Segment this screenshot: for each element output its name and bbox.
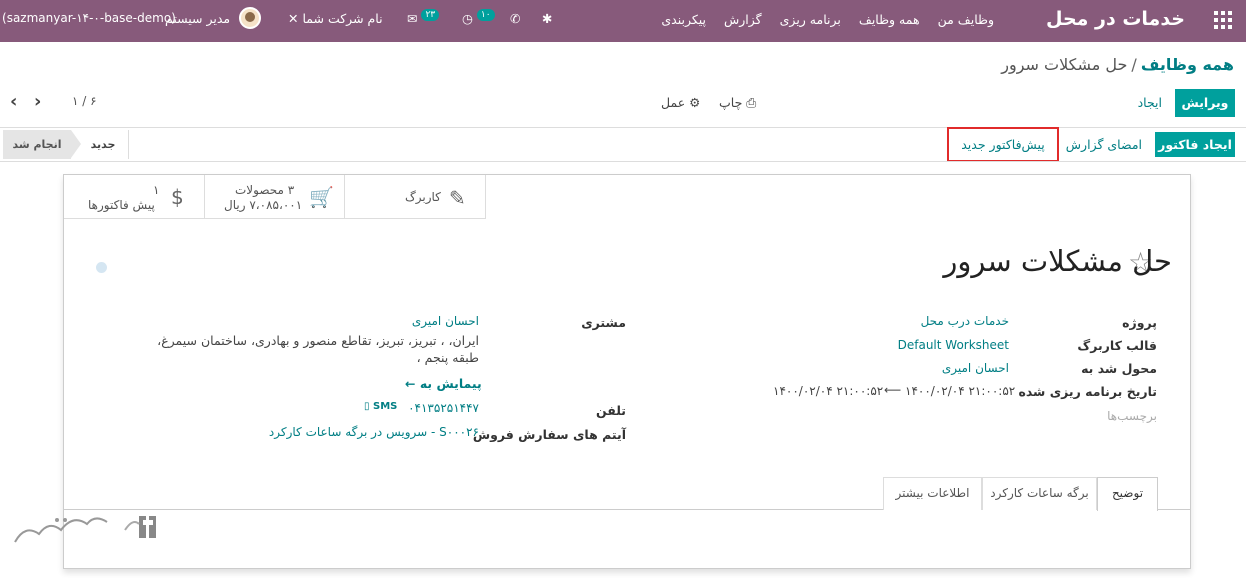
customer-address: ایران، ، تبریز، تبریز، تقاطع منصور و بها…: [157, 333, 479, 365]
breadcrumb: همه وظایف/حل مشکلات سرور: [1001, 55, 1234, 74]
gear-icon: ⚙: [689, 95, 701, 110]
company-switcher[interactable]: نام شرکت شما ✕: [288, 11, 383, 26]
worksheet-template-value[interactable]: Default Worksheet: [898, 338, 1009, 352]
tags-field[interactable]: برچسب‌ها: [1107, 409, 1157, 423]
top-navbar: خدمات در محل وظایف من همه وظایف برنامه ر…: [0, 0, 1246, 42]
assigned-to-value[interactable]: احسان امیری: [942, 361, 1009, 375]
worksheet-template-label: قالب کاربرگ: [1077, 338, 1157, 353]
phone-icon[interactable]: ✆: [510, 11, 520, 26]
new-quotation-button[interactable]: پیش‌فاکتور جدید: [947, 127, 1059, 162]
debug-bug-icon[interactable]: ✱: [542, 11, 552, 26]
sign-report-button[interactable]: امضای گزارش: [1066, 137, 1142, 152]
phone-value[interactable]: ۰۴۱۳۵۲۵۱۴۴۷: [408, 401, 479, 415]
chat-icon: ✉: [407, 11, 418, 26]
activity-count-badge: ۱۰: [476, 9, 495, 21]
pager-previous-button[interactable]: ‹: [10, 91, 17, 112]
breadcrumb-separator: /: [1131, 55, 1137, 74]
app-brand[interactable]: خدمات در محل: [1046, 8, 1185, 30]
create-invoice-button[interactable]: ایجاد فاکتور: [1155, 132, 1235, 157]
quotations-smart-button[interactable]: $ ۱ پیش فاکتورها: [64, 175, 205, 219]
menu-all-tasks[interactable]: همه وظایف: [859, 12, 920, 27]
breadcrumb-parent[interactable]: همه وظایف: [1141, 55, 1234, 74]
menu-planning[interactable]: برنامه ریزی: [780, 12, 841, 27]
database-name: (sazmanyar-۱۴-۰-base-demo): [2, 11, 176, 25]
tools-icon: ✕: [288, 11, 299, 26]
shopping-cart-icon: 🛒: [309, 185, 334, 209]
menu-my-tasks[interactable]: وظایف من: [938, 12, 994, 27]
tab-description[interactable]: توضیح: [1097, 477, 1158, 511]
project-value[interactable]: خدمات درب محل: [921, 314, 1009, 328]
stage-new[interactable]: جدید: [83, 130, 123, 159]
print-dropdown[interactable]: چاپ ⎙: [719, 95, 756, 111]
menu-reporting[interactable]: گزارش: [724, 12, 762, 27]
stage-statusbar: انجام شد جدید: [3, 130, 129, 159]
phone-label: تلفن: [595, 403, 626, 418]
stage-done[interactable]: انجام شد: [3, 130, 81, 159]
planned-end-value[interactable]: ۱۴۰۰/۰۲/۰۴ ۲۱:۰۰:۵۲: [773, 384, 883, 398]
assigned-to-label: محول شد به: [1081, 361, 1157, 376]
messaging-menu[interactable]: ۲۳ ✉: [407, 9, 440, 26]
products-smart-button[interactable]: 🛒 ۳ محصولات ۷،۰۸۵،۰۰۱ ریال: [205, 175, 345, 219]
activity-menu[interactable]: ۱۰ ◷: [462, 9, 495, 26]
customer-label: مشتری: [581, 315, 626, 330]
main-menu: وظایف من همه وظایف برنامه ریزی گزارش پیک…: [661, 12, 994, 27]
message-count-badge: ۲۳: [421, 9, 440, 21]
quotations-label: پیش فاکتورها: [88, 198, 155, 212]
company-name: نام شرکت شما: [302, 11, 383, 26]
pencil-icon: ✎: [449, 186, 466, 210]
sms-button[interactable]: SMS ▯: [364, 401, 397, 412]
tab-extra-info[interactable]: اطلاعات بیشتر: [883, 477, 982, 510]
pager-value[interactable]: ۱ / ۶: [72, 94, 97, 108]
navigate-to-button[interactable]: ← پیمایش به: [405, 376, 482, 391]
planned-start-value[interactable]: ۱۴۰۰/۰۲/۰۴ ۲۱:۰۰:۵۲: [905, 384, 1015, 398]
user-avatar[interactable]: [239, 7, 261, 29]
action-dropdown[interactable]: عمل ⚙: [661, 95, 700, 110]
worksheet-label: کاربرگ: [405, 190, 441, 204]
customer-name[interactable]: احسان امیری: [412, 314, 479, 328]
navigate-label: پیمایش به: [419, 376, 482, 391]
edit-button[interactable]: ویرایش: [1175, 89, 1235, 117]
print-icon: ⎙: [746, 95, 757, 110]
mobile-icon: ▯: [364, 401, 370, 412]
planned-date-label: تاریخ برنامه ریزی شده: [1018, 384, 1157, 399]
breadcrumb-current: حل مشکلات سرور: [1001, 55, 1128, 74]
pager-next-button[interactable]: ›: [34, 91, 41, 112]
arrow-right-icon: ⟵: [884, 383, 902, 397]
quotations-count: ۱: [153, 183, 160, 197]
products-amount: ۷،۰۸۵،۰۰۱ ریال: [224, 198, 303, 212]
sales-order-item-label: آیتم های سفارش فروش: [472, 427, 626, 442]
kanban-state-icon[interactable]: [96, 262, 107, 273]
products-count: ۳ محصولات: [235, 183, 295, 197]
divider: [0, 127, 1246, 128]
clock-icon: ◷: [462, 11, 473, 26]
create-button[interactable]: ایجاد: [1138, 95, 1162, 110]
print-label: چاپ: [719, 95, 743, 110]
dollar-icon: $: [171, 185, 184, 209]
tab-timesheets[interactable]: برگه ساعات کارکرد: [982, 477, 1097, 510]
systray: ✱ ✆ ۱۰ ◷ ۲۳ ✉ نام شرکت شما ✕ مدیر سیستم …: [0, 0, 600, 42]
arrow-left-icon: ←: [405, 376, 416, 391]
action-label: عمل: [661, 95, 686, 110]
project-label: پروژه: [1122, 315, 1157, 330]
menu-configuration[interactable]: پیکربندی: [661, 12, 706, 27]
worksheet-smart-button[interactable]: ✎ کاربرگ: [345, 175, 486, 219]
sms-label: SMS: [373, 401, 398, 412]
watermark-logo: [14, 516, 156, 543]
divider: [0, 161, 1246, 162]
task-title[interactable]: حل مشکلات سرور: [943, 244, 1172, 278]
sales-order-item-value[interactable]: S۰۰۰۲۶ - سرویس در برگه ساعات کارکرد: [269, 425, 479, 439]
apps-menu-icon[interactable]: [1214, 11, 1232, 29]
